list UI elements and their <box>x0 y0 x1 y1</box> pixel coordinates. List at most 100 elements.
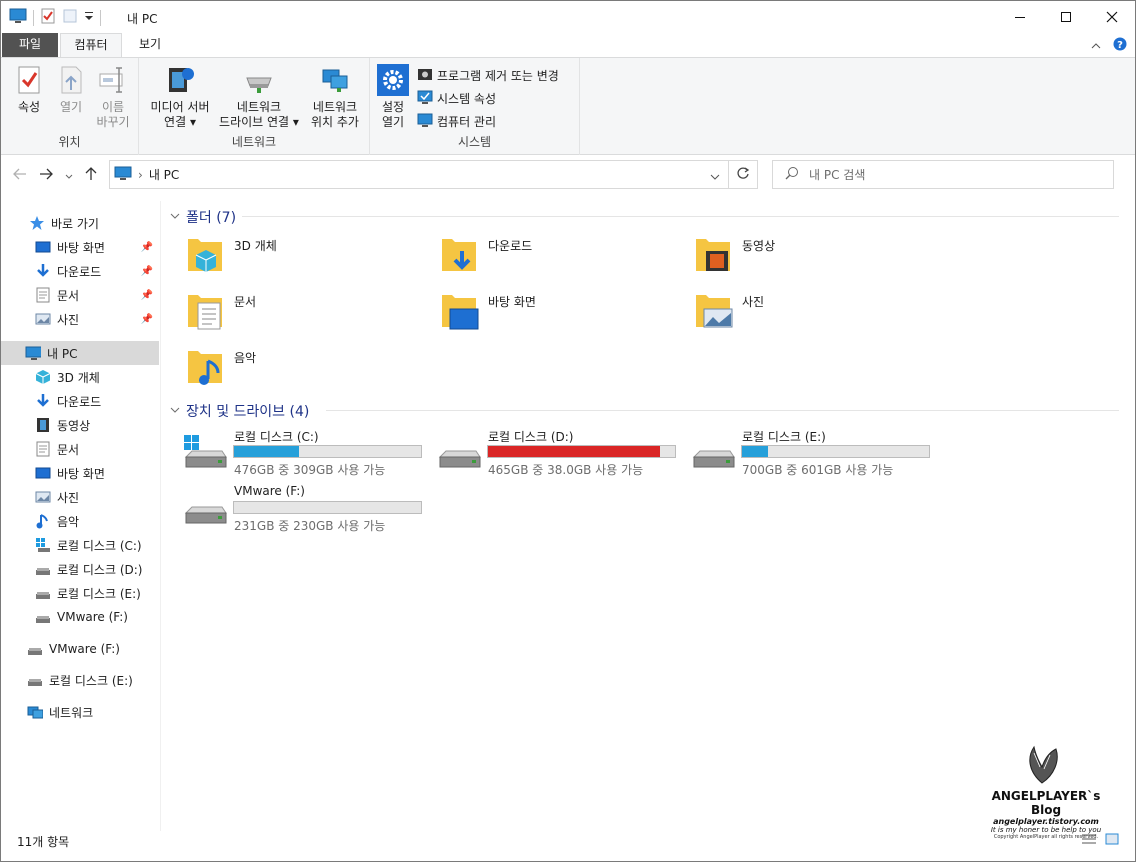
nav-quick-desktop[interactable]: 바탕 화면 📌 <box>1 235 159 259</box>
nav-drive-f[interactable]: VMware (F:) <box>1 605 159 629</box>
nav-music[interactable]: 음악 <box>1 509 159 533</box>
drive-icon <box>690 435 736 475</box>
folder-pictures[interactable]: 사진 <box>672 285 922 335</box>
document-icon <box>35 441 51 457</box>
pin-icon[interactable]: 📌 <box>141 314 153 325</box>
computer-management-icon <box>417 112 433 131</box>
cube-icon <box>35 369 51 385</box>
address-bar[interactable]: › 내 PC <box>109 160 729 189</box>
window-title: 내 PC <box>127 12 158 26</box>
maximize-button[interactable] <box>1043 1 1089 32</box>
breadcrumb[interactable]: 내 PC <box>149 166 179 183</box>
address-dropdown-icon[interactable] <box>710 170 720 184</box>
picture-icon <box>35 311 51 327</box>
back-arrow-icon[interactable] <box>13 168 27 184</box>
rename-button[interactable]: 이름 바꾸기 <box>93 64 133 130</box>
folder-music[interactable]: 음악 <box>164 341 414 391</box>
tab-computer[interactable]: 컴퓨터 <box>60 33 122 57</box>
collapse-ribbon-icon[interactable] <box>1091 39 1101 53</box>
nav-drive-c[interactable]: 로컬 디스크 (C:) <box>1 533 159 557</box>
ribbon-group-location: 속성 열기 이름 바꾸기 위치 <box>1 58 139 155</box>
search-box[interactable]: 내 PC 검색 <box>772 160 1114 189</box>
drive-tile[interactable]: 로컬 디스크 (C:) 476GB 중 309GB 사용 가능 <box>164 427 422 477</box>
tab-file[interactable]: 파일 <box>2 33 58 57</box>
folder-documents[interactable]: 문서 <box>164 285 414 335</box>
open-settings-button[interactable]: 설정 열기 <box>376 64 410 130</box>
download-icon <box>35 393 51 409</box>
drive-tile[interactable]: VMware (F:) 231GB 중 230GB 사용 가능 <box>164 483 422 533</box>
pin-icon[interactable]: 📌 <box>141 266 153 277</box>
computer-icon <box>114 165 132 184</box>
section-drives[interactable]: 장치 및 드라이브 (4) <box>170 401 309 421</box>
music-folder-icon <box>184 345 226 387</box>
drive-tile[interactable]: 로컬 디스크 (E:) 700GB 중 601GB 사용 가능 <box>672 427 930 477</box>
map-drive-button[interactable]: 네트워크 드라이브 연결 ▾ <box>215 64 303 130</box>
properties-icon <box>13 64 45 96</box>
properties-button[interactable]: 속성 <box>13 64 45 115</box>
nav-drive-d[interactable]: 로컬 디스크 (D:) <box>1 557 159 581</box>
drive-usage-fill <box>742 446 769 457</box>
up-arrow-icon[interactable] <box>85 167 97 185</box>
drive-icon <box>35 609 51 625</box>
drive-icon <box>27 672 43 688</box>
chevron-down-icon[interactable] <box>170 212 180 223</box>
drive-usage-bar <box>487 445 676 458</box>
computer-management-button[interactable]: 컴퓨터 관리 <box>417 112 496 131</box>
recent-locations-chevron-icon[interactable] <box>65 168 73 184</box>
ribbon: 속성 열기 이름 바꾸기 위치 미디어 서버 연결 ▾ 네트워크 드라이브 연결… <box>1 57 1135 155</box>
forward-arrow-icon[interactable] <box>39 168 53 184</box>
system-properties-button[interactable]: 시스템 속성 <box>417 89 496 108</box>
nav-3d-objects[interactable]: 3D 개체 <box>1 365 159 389</box>
drive-usage-bar <box>233 445 422 458</box>
nav-vmware[interactable]: VMware (F:) <box>1 637 159 661</box>
drive-icon <box>182 491 228 531</box>
drive-usage-fill <box>234 446 300 457</box>
search-input[interactable]: 내 PC 검색 <box>809 166 865 183</box>
section-folders[interactable]: 폴더 (7) <box>170 207 236 227</box>
nav-pictures[interactable]: 사진 <box>1 485 159 509</box>
folder-3d-objects[interactable]: 3D 개체 <box>164 229 414 279</box>
uninstall-program-button[interactable]: 프로그램 제거 또는 변경 <box>417 66 559 85</box>
drive-free-space: 476GB 중 309GB 사용 가능 <box>234 463 386 477</box>
windows-drive-icon <box>182 435 228 475</box>
chevron-down-icon[interactable] <box>170 406 180 417</box>
network-drive-icon <box>243 64 275 96</box>
nav-quick-documents[interactable]: 문서 📌 <box>1 283 159 307</box>
nav-desktop[interactable]: 바탕 화면 <box>1 461 159 485</box>
new-folder-icon[interactable] <box>62 8 78 27</box>
customize-dropdown-icon[interactable] <box>84 8 94 27</box>
nav-drive-e[interactable]: 로컬 디스크 (E:) <box>1 581 159 605</box>
close-button[interactable] <box>1089 1 1135 32</box>
pin-icon[interactable]: 📌 <box>141 242 153 253</box>
drive-tile[interactable]: 로컬 디스크 (D:) 465GB 중 38.0GB 사용 가능 <box>418 427 676 477</box>
properties-icon[interactable] <box>40 8 56 27</box>
help-icon[interactable]: ? <box>1113 37 1127 54</box>
nav-quick-pictures[interactable]: 사진 📌 <box>1 307 159 331</box>
folder-desktop[interactable]: 바탕 화면 <box>418 285 668 335</box>
folder-videos[interactable]: 동영상 <box>672 229 922 279</box>
refresh-icon <box>736 166 750 183</box>
nav-videos[interactable]: 동영상 <box>1 413 159 437</box>
add-network-location-button[interactable]: 네트워크 위치 추가 <box>305 64 365 130</box>
nav-documents[interactable]: 문서 <box>1 437 159 461</box>
nav-downloads[interactable]: 다운로드 <box>1 389 159 413</box>
pin-icon[interactable]: 📌 <box>141 290 153 301</box>
open-icon <box>55 64 87 96</box>
breadcrumb-separator-icon[interactable]: › <box>138 168 143 182</box>
nav-network[interactable]: 네트워크 <box>1 700 159 724</box>
media-server-button[interactable]: 미디어 서버 연결 ▾ <box>147 64 213 130</box>
refresh-button[interactable] <box>729 160 758 189</box>
drive-name: 로컬 디스크 (C:) <box>234 430 319 444</box>
minimize-button[interactable] <box>997 1 1043 32</box>
documents-folder-icon <box>184 289 226 331</box>
nav-this-pc[interactable]: 내 PC <box>1 341 159 365</box>
drive-icon <box>436 435 482 475</box>
open-button[interactable]: 열기 <box>55 64 87 115</box>
group-label-location: 위치 <box>58 135 81 149</box>
nav-quick-access[interactable]: 바로 가기 <box>1 211 159 235</box>
nav-quick-downloads[interactable]: 다운로드 📌 <box>1 259 159 283</box>
folder-downloads[interactable]: 다운로드 <box>418 229 668 279</box>
nav-local-e[interactable]: 로컬 디스크 (E:) <box>1 668 159 692</box>
tab-view[interactable]: 보기 <box>123 33 177 57</box>
drive-icon <box>35 585 51 601</box>
